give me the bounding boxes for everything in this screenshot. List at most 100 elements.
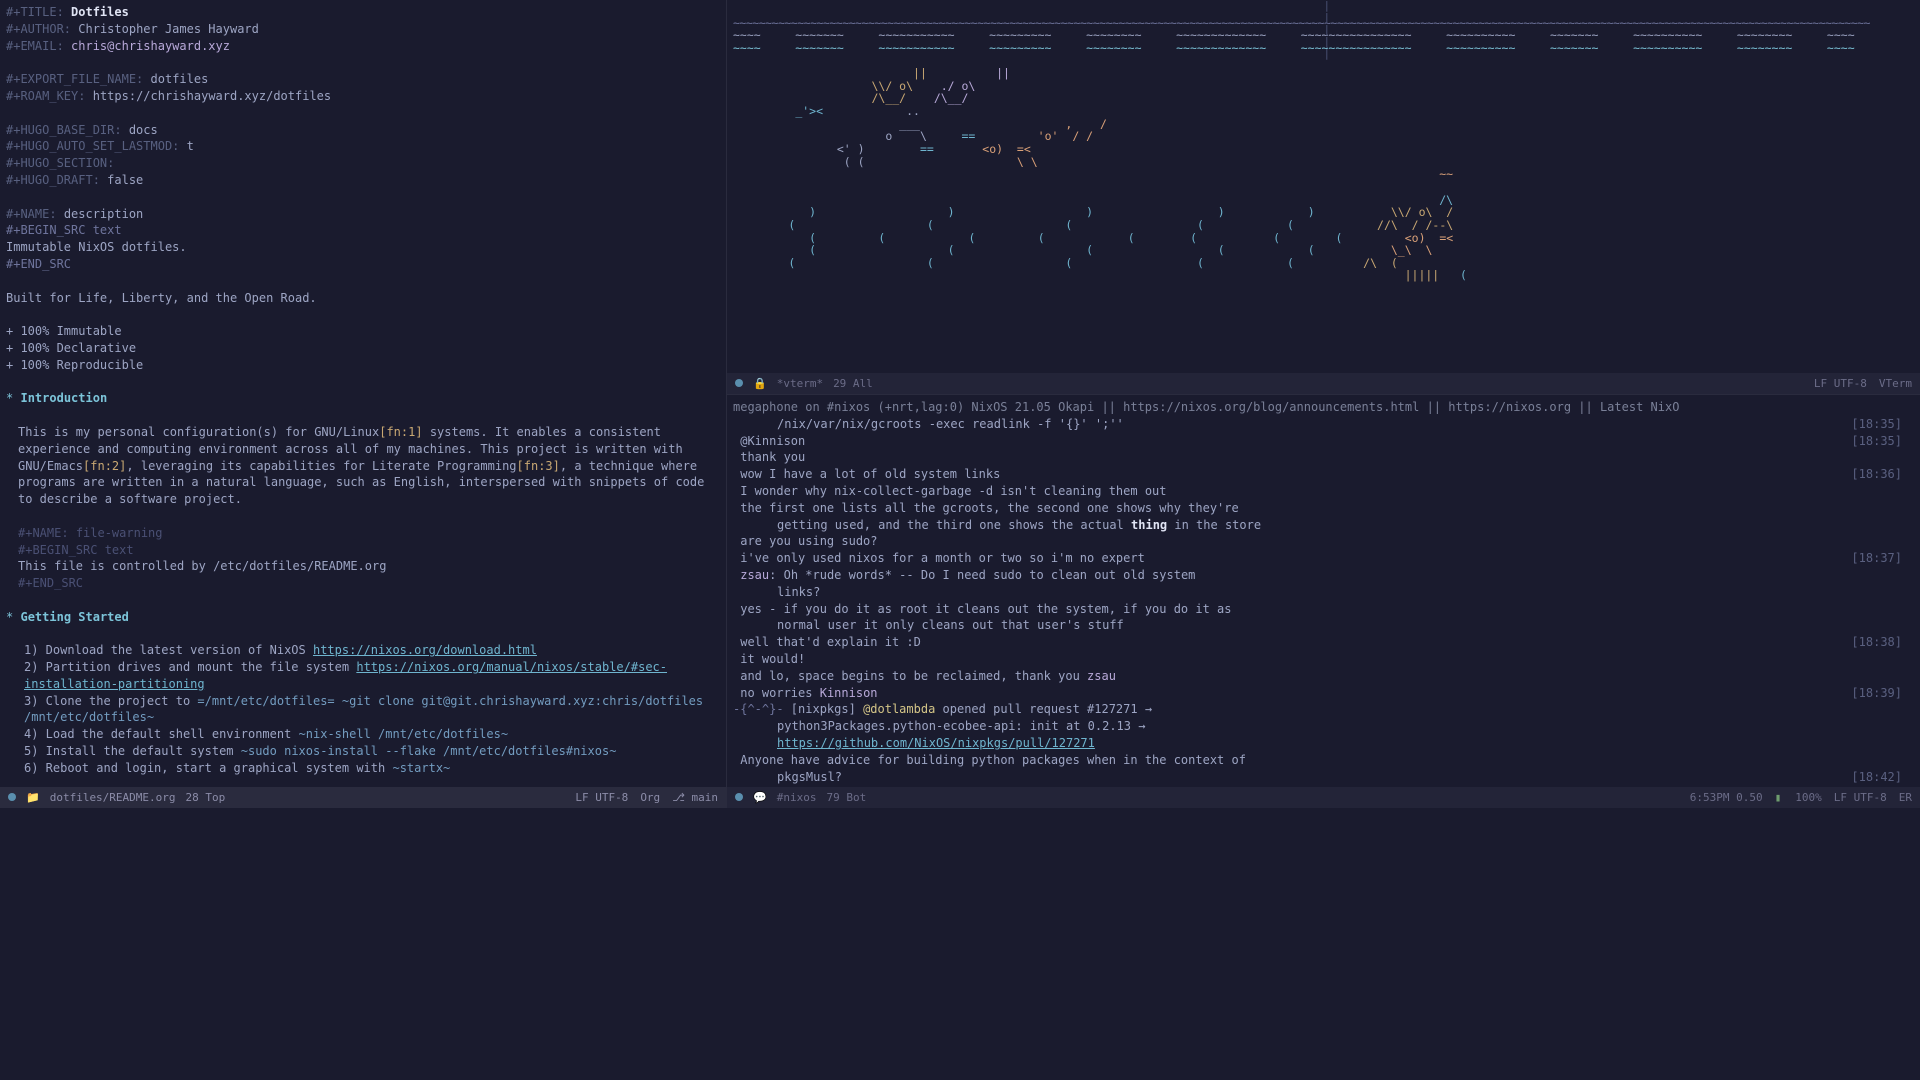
- desc-body: Immutable NixOS dotfiles.: [6, 239, 720, 256]
- buffer-name[interactable]: #nixos: [777, 790, 817, 805]
- irc-info-cont: /nix/var/nix/gcroots -exec readlink -f '…: [733, 417, 1124, 431]
- warn-name-key: #+NAME:: [18, 526, 69, 540]
- irc-message: Anyone have advice for building python p…: [733, 752, 1914, 769]
- hugo-lastmod-key: #+HUGO_AUTO_SET_LASTMOD:: [6, 139, 179, 153]
- irc-message: zsau: Oh *rude words* -- Do I need sudo …: [733, 567, 1914, 584]
- irc-ping[interactable]: Kinnison: [820, 686, 878, 700]
- warn-begin-src: #+BEGIN_SRC text: [6, 542, 720, 559]
- irc-message: [18:38] well that'd explain it :D: [733, 634, 1914, 651]
- major-mode[interactable]: ER: [1899, 790, 1912, 805]
- irc-ping[interactable]: zsau: [1087, 669, 1116, 683]
- irc-message: https://github.com/NixOS/nixpkgs/pull/12…: [733, 735, 1914, 752]
- irc-message: [18:42]pkgsMusl?: [733, 769, 1914, 786]
- irc-message: yes - if you do it as root it cleans out…: [733, 601, 1914, 618]
- hugo-section-key: #+HUGO_SECTION:: [6, 156, 114, 170]
- author-key: #+AUTHOR:: [6, 22, 71, 36]
- bullet-declarative: + 100% Declarative: [6, 340, 720, 357]
- export-value: dotfiles: [151, 72, 209, 86]
- warn-name-value: file-warning: [76, 526, 163, 540]
- folder-icon: 📁: [26, 790, 40, 805]
- title-key: #+TITLE:: [6, 5, 64, 19]
- modified-indicator-icon: [735, 379, 743, 387]
- modified-indicator-icon: [735, 793, 743, 801]
- buffer-name[interactable]: dotfiles/README.org: [50, 790, 176, 805]
- step-3: 3) Clone the project to =/mnt/etc/dotfil…: [6, 693, 720, 727]
- buffer-position: 28 Top: [186, 790, 226, 805]
- roam-value: https://chrishayward.xyz/dotfiles: [93, 89, 331, 103]
- org-buffer-pane[interactable]: #+TITLE: Dotfiles #+AUTHOR: Christopher …: [0, 0, 727, 808]
- irc-timestamp: [18:38]: [1851, 634, 1902, 651]
- heading-getting-started[interactable]: Getting Started: [20, 610, 128, 624]
- irc-message: and lo, space begins to be reclaimed, th…: [733, 668, 1914, 685]
- heading-star: *: [6, 391, 13, 405]
- encoding: LF UTF-8: [1814, 376, 1867, 391]
- irc-message: the first one lists all the gcroots, the…: [733, 500, 1914, 517]
- heading-introduction[interactable]: Introduction: [20, 391, 107, 405]
- irc-ping[interactable]: zsau: [740, 568, 769, 582]
- hugo-draft-value: false: [107, 173, 143, 187]
- encoding: LF UTF-8: [1834, 790, 1887, 805]
- irc-message: are you using sudo?: [733, 533, 1914, 550]
- irc-message: normal user it only cleans out that user…: [733, 617, 1914, 634]
- irc-bot-user: @dotlambda: [863, 702, 935, 716]
- irc-message: I wonder why nix-collect-garbage -d isn'…: [733, 483, 1914, 500]
- irc-message: thank you: [733, 449, 1914, 466]
- irc-timestamp: [18:39]: [1851, 685, 1902, 702]
- chat-icon: 💬: [753, 790, 767, 805]
- git-branch[interactable]: main: [672, 790, 718, 805]
- footnote-1[interactable]: [fn:1]: [379, 425, 422, 439]
- irc-message: -{^-^}- [nixpkgs] @dotlambda opened pull…: [733, 701, 1914, 718]
- email-value: chris@chrishayward.xyz: [71, 39, 230, 53]
- battery-icon: [1775, 790, 1784, 805]
- irc-timestamp: [18:36]: [1851, 466, 1902, 483]
- irc-link[interactable]: https://github.com/NixOS/nixpkgs/pull/12…: [777, 736, 1095, 750]
- heading-star: *: [6, 610, 13, 624]
- irc-message: python3Packages.python-ecobee-api: init …: [733, 718, 1914, 735]
- warn-end-src: #+END_SRC: [6, 575, 720, 592]
- bullet-reproducible: + 100% Reproducible: [6, 357, 720, 374]
- footnote-2[interactable]: [fn:2]: [83, 459, 126, 473]
- modeline-irc[interactable]: 💬 #nixos 79 Bot 6:53PM 0.50 100% LF UTF-…: [727, 787, 1920, 808]
- buffer-name[interactable]: *vterm*: [777, 376, 823, 391]
- buffer-position: 79 Bot: [826, 790, 866, 805]
- irc-timestamp: [18:42]: [1851, 769, 1902, 786]
- branch-icon: [672, 791, 685, 804]
- hugo-base-key: #+HUGO_BASE_DIR:: [6, 123, 122, 137]
- modeline-org[interactable]: 📁 dotfiles/README.org 28 Top LF UTF-8 Or…: [0, 787, 726, 808]
- org-content[interactable]: #+TITLE: Dotfiles #+AUTHOR: Christopher …: [6, 4, 720, 808]
- bullet-immutable: + 100% Immutable: [6, 323, 720, 340]
- irc-message: [18:36] wow I have a lot of old system l…: [733, 466, 1914, 483]
- irc-pane[interactable]: megaphone on #nixos (+nrt,lag:0) NixOS 2…: [727, 395, 1920, 808]
- link-nixos-download[interactable]: https://nixos.org/download.html: [313, 643, 537, 657]
- major-mode[interactable]: VTerm: [1879, 376, 1912, 391]
- step-6: 6) Reboot and login, start a graphical s…: [6, 760, 720, 777]
- tagline: Built for Life, Liberty, and the Open Ro…: [6, 290, 720, 307]
- step-2: 2) Partition drives and mount the file s…: [6, 659, 720, 693]
- step-5: 5) Install the default system ~sudo nixo…: [6, 743, 720, 760]
- hugo-draft-key: #+HUGO_DRAFT:: [6, 173, 100, 187]
- step-1: 1) Download the latest version of NixOS …: [6, 642, 720, 659]
- irc-message: [18:35] @Kinnison: [733, 433, 1914, 450]
- irc-message: links?: [733, 584, 1914, 601]
- title-value: Dotfiles: [71, 5, 129, 19]
- warn-body: This file is controlled by /etc/dotfiles…: [6, 558, 720, 575]
- buffer-position: 29 All: [833, 376, 873, 391]
- author-value: Christopher James Hayward: [78, 22, 259, 36]
- desc-end-src: #+END_SRC: [6, 256, 720, 273]
- irc-timestamp: [18:35]: [1851, 433, 1902, 450]
- desc-name-key: #+NAME:: [6, 207, 57, 221]
- irc-messages[interactable]: [18:35] @Kinnison thank you[18:36] wow I…: [733, 433, 1914, 808]
- modeline-vterm[interactable]: 🔒 *vterm* 29 All LF UTF-8 VTerm: [727, 373, 1920, 394]
- clock: 6:53PM 0.50: [1690, 790, 1763, 805]
- vterm-pane[interactable]: | | | | | ~~~~~~~~~~~~~~~~~~~~~~~~~~~~~~…: [727, 0, 1920, 395]
- desc-begin-src: #+BEGIN_SRC text: [6, 222, 720, 239]
- irc-channel-info: megaphone on #nixos (+nrt,lag:0) NixOS 2…: [733, 399, 1914, 416]
- irc-message: it would!: [733, 651, 1914, 668]
- major-mode[interactable]: Org: [640, 790, 660, 805]
- footnote-3[interactable]: [fn:3]: [517, 459, 560, 473]
- email-key: #+EMAIL:: [6, 39, 64, 53]
- irc-message: [18:37] i've only used nixos for a month…: [733, 550, 1914, 567]
- irc-message: getting used, and the third one shows th…: [733, 517, 1914, 534]
- battery-percent: 100%: [1795, 790, 1822, 805]
- desc-name-value: description: [64, 207, 143, 221]
